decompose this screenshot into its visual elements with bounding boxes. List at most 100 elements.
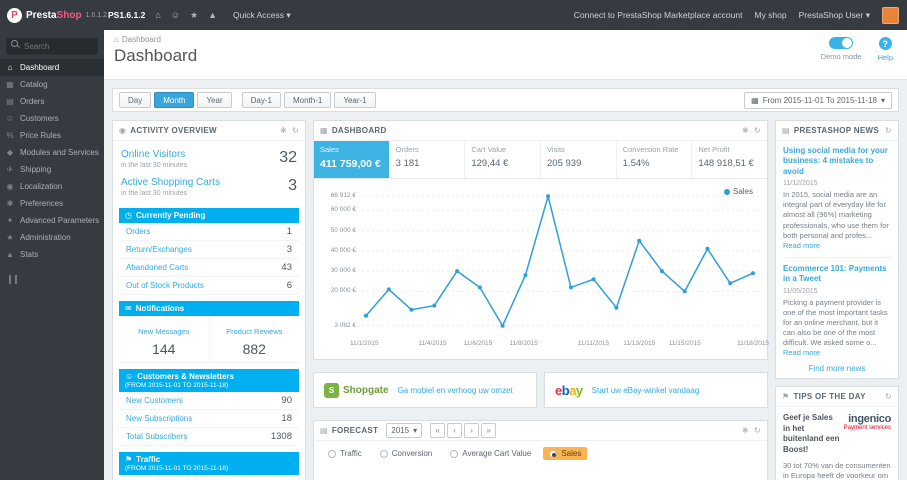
sidebar-item-localization[interactable]: ◉ Localization — [0, 178, 104, 195]
sidebar-item-customers[interactable]: ☺ Customers — [0, 110, 104, 127]
marketplace-link[interactable]: Connect to PrestaShop Marketplace accoun… — [574, 10, 743, 20]
shop-icon[interactable]: ⌂ — [155, 10, 160, 21]
forecast-metric-traffic[interactable]: Traffic — [322, 447, 368, 460]
sidebar-item-price-rules[interactable]: % Price Rules — [0, 127, 104, 144]
sidebar-item-shipping[interactable]: ✈ Shipping — [0, 161, 104, 178]
kpi-cart-value[interactable]: Cart Value 129,44 € — [464, 141, 540, 178]
refresh-icon[interactable]: ↻ — [754, 126, 761, 135]
filter-year-1-button[interactable]: Year-1 — [334, 92, 376, 108]
sidebar-item-advanced-parameters[interactable]: ✦ Advanced Parameters — [0, 212, 104, 229]
sidebar-item-preferences[interactable]: ✱ Preferences — [0, 195, 104, 212]
dashboard-column: ▦ Dashboard ✱ ↻ Sales 411 759,00 € Orders 3… — [313, 120, 770, 480]
filter-day-button[interactable]: Day — [119, 92, 152, 108]
notification-link[interactable]: New Messages — [138, 327, 189, 336]
sidebar-item-orders[interactable]: ▤ Orders — [0, 93, 104, 110]
sidebar-search — [6, 36, 98, 55]
news-article-title[interactable]: Using social media for your business: 4 … — [783, 146, 891, 177]
settings-icon[interactable]: ✱ — [280, 126, 287, 135]
home-icon: ⌂ — [114, 35, 119, 44]
dashboard-columns: ◉ Activity overview ✱ ↻ Online Visitors … — [112, 120, 899, 480]
find-more-news-link[interactable]: Find more news — [776, 358, 898, 378]
activity-row-link[interactable]: Total Subscribers — [126, 432, 187, 441]
activity-row-link[interactable]: New Subscriptions — [126, 414, 192, 423]
kpi-conversion-rate[interactable]: Conversion Rate 1.54% — [615, 141, 692, 178]
ebay-link[interactable]: Start uw eBay-winkel vandaag — [592, 386, 700, 395]
settings-icon[interactable]: ✱ — [742, 426, 749, 435]
forecast-nav-button-1[interactable]: ‹ — [447, 423, 463, 438]
prestashop-logo[interactable]: P PrestaShop 1.6.1.2 — [0, 7, 107, 23]
filter-month-button[interactable]: Month — [154, 92, 195, 108]
user-menu[interactable]: PrestaShop User ▾ — [799, 10, 870, 21]
kpi-sales[interactable]: Sales 411 759,00 € — [314, 141, 389, 178]
my-shop-link[interactable]: My shop — [754, 10, 786, 20]
kpi-value: 129,44 € — [471, 158, 509, 169]
sidebar-item-dashboard[interactable]: ⌂ Dashboard — [0, 59, 104, 76]
online-visitors-link[interactable]: Online Visitors — [121, 149, 187, 160]
forecast-metric-sales[interactable]: Sales — [543, 447, 588, 460]
filter-month-1-button[interactable]: Month-1 — [283, 92, 332, 108]
activity-row-link[interactable]: Abandoned Carts — [126, 263, 188, 272]
sidebar-item-catalog[interactable]: ▦ Catalog — [0, 76, 104, 93]
kpi-value: 3 181 — [395, 158, 420, 169]
settings-icon[interactable]: ✱ — [742, 126, 749, 135]
shop-name-link[interactable]: PS1.6.1.2 — [108, 10, 145, 20]
price-rules-icon: % — [6, 131, 14, 140]
forecast-metric-label: Sales — [561, 449, 582, 458]
x-axis-label: 11/18/2015 — [737, 340, 770, 347]
refresh-icon[interactable]: ↻ — [292, 126, 299, 135]
kpi-orders[interactable]: Orders 3 181 — [388, 141, 465, 178]
sidebar-item-stats[interactable]: ▲ Stats — [0, 246, 104, 263]
collapse-menu-icon[interactable] — [9, 275, 17, 284]
read-more-link[interactable]: Read more — [783, 348, 820, 357]
right-column: ▤ PrestaShop News ↻ Using social media f… — [775, 120, 899, 480]
sidebar-item-modules-and-services[interactable]: ◆ Modules and Services — [0, 144, 104, 161]
dashboard-panel-header: ▦ Dashboard ✱ ↻ — [314, 121, 767, 141]
google-analytics-link[interactable]: Link to your Google Analytics account — [119, 475, 299, 480]
shopgate-link[interactable]: Ga mobiel en verhoog uw omzet — [398, 386, 513, 395]
refresh-icon[interactable]: ↻ — [885, 126, 892, 135]
shopgate-logo: S Shopgate — [324, 382, 389, 398]
user-avatar[interactable] — [882, 6, 899, 24]
forecast-nav-button-0[interactable]: « — [430, 423, 446, 438]
read-more-link[interactable]: Read more — [783, 241, 820, 250]
demo-mode-toggle[interactable] — [829, 37, 854, 49]
sidebar-item-administration[interactable]: ★ Administration — [0, 229, 104, 246]
kpi-net-profit[interactable]: Net Profit 148 918,51 € — [691, 141, 767, 178]
activity-row-link[interactable]: Out of Stock Products — [126, 281, 204, 290]
upgrade-icon[interactable]: ▲ — [208, 10, 217, 21]
filter-day-1-button[interactable]: Day-1 — [241, 92, 281, 108]
date-range-picker[interactable]: ▦ From 2015-11-01 To 2015-11-18 ▾ — [744, 91, 892, 109]
customers-icon: ☺ — [5, 114, 15, 123]
breadcrumb: ⌂ Dashboard — [114, 35, 161, 44]
favorites-icon[interactable]: ★ — [190, 10, 198, 21]
sales-line-chart — [362, 193, 759, 328]
prestashop-news-panel: ▤ PrestaShop News ↻ Using social media f… — [775, 120, 899, 380]
kpi-visits[interactable]: Visits 205 939 — [540, 141, 616, 178]
filter-year-button[interactable]: Year — [197, 92, 232, 108]
customers-icon[interactable]: ☺ — [171, 10, 180, 21]
forecast-year-select[interactable]: 2015 ▾ — [386, 423, 423, 438]
y-axis-label: 30 000 € — [330, 267, 356, 275]
refresh-icon[interactable]: ↻ — [754, 426, 761, 435]
tips-panel-header: ⚑ Tips of the day ↻ — [776, 387, 898, 408]
activity-row-link[interactable]: Orders — [126, 227, 150, 236]
news-article-title[interactable]: Ecommerce 101: Payments in a Tweet — [783, 264, 891, 285]
notification-link[interactable]: Product Reviews — [226, 327, 282, 336]
active-carts-link[interactable]: Active Shopping Carts — [121, 177, 220, 188]
forecast-nav-button-2[interactable]: › — [464, 423, 480, 438]
radio-icon — [549, 449, 558, 458]
activity-row-link[interactable]: Return/Exchanges — [126, 245, 192, 254]
quick-access-menu[interactable]: Quick Access ▾ — [233, 10, 291, 21]
refresh-icon[interactable]: ↻ — [885, 392, 892, 401]
forecast-nav-button-3[interactable]: » — [481, 423, 497, 438]
forecast-metric-average-cart-value[interactable]: Average Cart Value — [444, 447, 537, 460]
help-icon[interactable]: ? — [878, 37, 892, 50]
currently-pending-header: ◷ Currently Pending — [119, 208, 299, 223]
activity-row: New Subscriptions 18 — [119, 410, 299, 428]
x-axis-label: 11/15/2015 — [668, 340, 701, 347]
y-axis-label: 40 000 € — [330, 246, 356, 254]
activity-row: Total Subscribers 1308 — [119, 428, 299, 446]
dashboard-panel: ▦ Dashboard ✱ ↻ Sales 411 759,00 € Orders 3… — [313, 120, 770, 360]
activity-row-link[interactable]: New Customers — [126, 396, 183, 405]
forecast-metric-conversion[interactable]: Conversion — [374, 447, 438, 460]
